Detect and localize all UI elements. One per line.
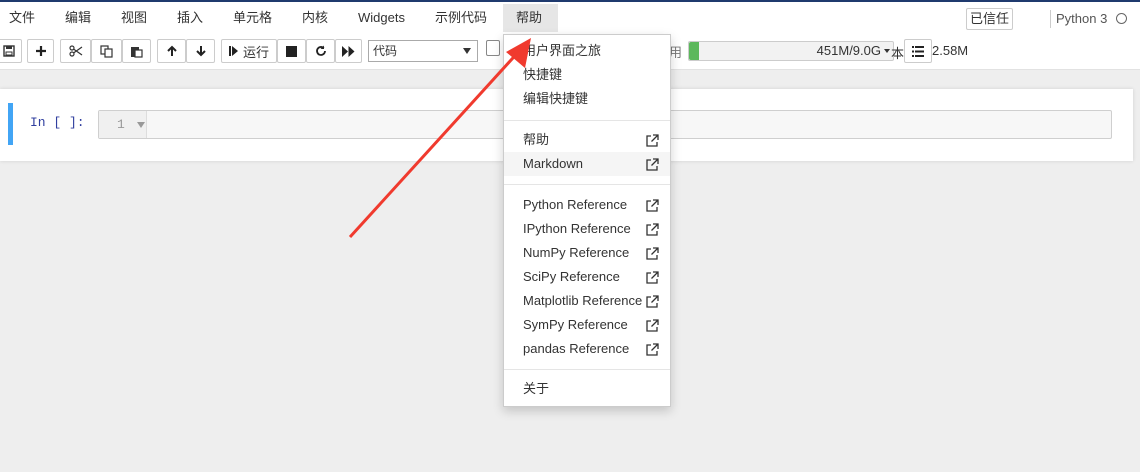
external-link-icon: [646, 134, 659, 147]
menubar: 文件 编辑 视图 插入 单元格 内核 Widgets 示例代码 帮助 已信任 P…: [0, 2, 1140, 34]
arrow-down-icon: [195, 46, 206, 57]
cut-icon: [68, 45, 82, 57]
menu-item-sympy-reference-label: SymPy Reference: [523, 317, 628, 332]
external-link-icon: [646, 247, 659, 260]
trusted-badge[interactable]: 已信任: [966, 8, 1013, 30]
menu-item-help[interactable]: 帮助: [504, 128, 670, 152]
external-link-icon: [646, 223, 659, 236]
insert-cell-button[interactable]: [27, 39, 54, 63]
menu-item-scipy-reference[interactable]: SciPy Reference: [504, 265, 670, 289]
menu-kernel[interactable]: 内核: [294, 4, 336, 32]
fast-forward-icon: [342, 45, 355, 57]
stop-icon: [286, 45, 297, 57]
menu-cell[interactable]: 单元格: [225, 4, 280, 32]
menu-file[interactable]: 文件: [1, 4, 43, 32]
menu-item-pandas-reference-label: pandas Reference: [523, 341, 630, 356]
menu-item-sympy-reference[interactable]: SymPy Reference: [504, 313, 670, 337]
menu-item-numpy-reference[interactable]: NumPy Reference: [504, 241, 670, 265]
copy-icon: [100, 44, 113, 58]
external-link-icon: [646, 295, 659, 308]
cut-button[interactable]: [60, 39, 91, 63]
menu-item-python-reference-label: Python Reference: [523, 197, 628, 212]
menu-item-numpy-reference-label: NumPy Reference: [523, 245, 630, 260]
menu-item-matplotlib-reference[interactable]: Matplotlib Reference: [504, 289, 670, 313]
menu-item-ipython-reference[interactable]: IPython Reference: [504, 217, 670, 241]
menu-item-about[interactable]: 关于: [504, 377, 670, 401]
restart-run-all-button[interactable]: [335, 39, 362, 63]
memory-usage-text: 451M/9.0G: [816, 43, 881, 58]
save-button[interactable]: [0, 39, 22, 63]
menu-item-markdown[interactable]: Markdown: [504, 152, 670, 176]
menu-help[interactable]: 帮助: [503, 4, 558, 32]
menu-item-matplotlib-reference-label: Matplotlib Reference: [523, 293, 643, 308]
menu-insert[interactable]: 插入: [169, 4, 211, 32]
menu-item-shortcuts[interactable]: 快捷键: [504, 63, 670, 87]
copy-button[interactable]: [91, 39, 122, 63]
external-link-icon: [646, 199, 659, 212]
kernel-separator: [1050, 10, 1051, 28]
menu-item-markdown-label: Markdown: [523, 156, 583, 171]
arrow-up-icon: [166, 45, 177, 56]
menu-edit[interactable]: 编辑: [57, 4, 99, 32]
step-icon: [228, 46, 238, 56]
run-button[interactable]: 运行: [221, 39, 277, 63]
chevron-down-icon: [463, 48, 471, 54]
kernel-name: Python 3: [1056, 11, 1108, 26]
interrupt-button[interactable]: [277, 39, 306, 63]
menu-item-scipy-reference-label: SciPy Reference: [523, 269, 620, 284]
memory-usage-fill: [689, 42, 699, 60]
memory-usage-bar[interactable]: 451M/9.0G: [688, 41, 894, 61]
menu-view[interactable]: 视图: [113, 4, 155, 32]
disk-label: 本: [891, 46, 905, 61]
list-icon: [912, 45, 924, 57]
cell-type-value: 代码: [373, 44, 398, 58]
external-link-icon: [646, 158, 659, 171]
move-up-button[interactable]: [157, 39, 186, 63]
move-down-button[interactable]: [186, 39, 215, 63]
cell-type-select[interactable]: 代码: [368, 40, 478, 62]
menu-example-code[interactable]: 示例代码: [427, 4, 495, 32]
save-icon: [3, 45, 15, 57]
cell-prompt: In [ ]:: [30, 115, 85, 130]
menu-item-python-reference[interactable]: Python Reference: [504, 193, 670, 217]
line-number: 1: [117, 117, 125, 132]
help-dropdown-menu: 用户界面之旅 快捷键 编辑快捷键 帮助 Markdown Python Refe…: [503, 34, 671, 407]
external-link-icon: [646, 319, 659, 332]
menu-divider: [504, 184, 670, 185]
external-link-icon: [646, 343, 659, 356]
list-button[interactable]: [904, 39, 932, 63]
paste-button[interactable]: [122, 39, 151, 63]
kernel-idle-indicator-icon: [1116, 13, 1127, 24]
menu-divider: [504, 120, 670, 121]
restart-button[interactable]: [306, 39, 335, 63]
plus-icon: [35, 46, 46, 56]
menu-item-help-label: 帮助: [523, 132, 550, 147]
run-label: 运行: [242, 44, 269, 60]
menu-item-pandas-reference[interactable]: pandas Reference: [504, 337, 670, 361]
clipboard-icon: [486, 40, 500, 56]
menu-divider: [504, 369, 670, 370]
caret-down-icon: [884, 49, 890, 53]
external-link-icon: [646, 271, 659, 284]
menu-item-ipython-reference-label: IPython Reference: [523, 221, 631, 236]
paste-icon: [131, 46, 143, 58]
menu-widgets[interactable]: Widgets: [350, 4, 413, 32]
fold-arrow-icon[interactable]: [137, 122, 145, 128]
line-gutter: 1: [99, 111, 147, 138]
cell-selected-indicator: [8, 103, 13, 145]
restart-icon: [315, 45, 326, 56]
menu-item-ui-tour[interactable]: 用户界面之旅: [504, 39, 670, 63]
menu-item-edit-shortcuts[interactable]: 编辑快捷键: [504, 87, 670, 111]
disk-usage-text: 2.58M: [932, 43, 969, 58]
